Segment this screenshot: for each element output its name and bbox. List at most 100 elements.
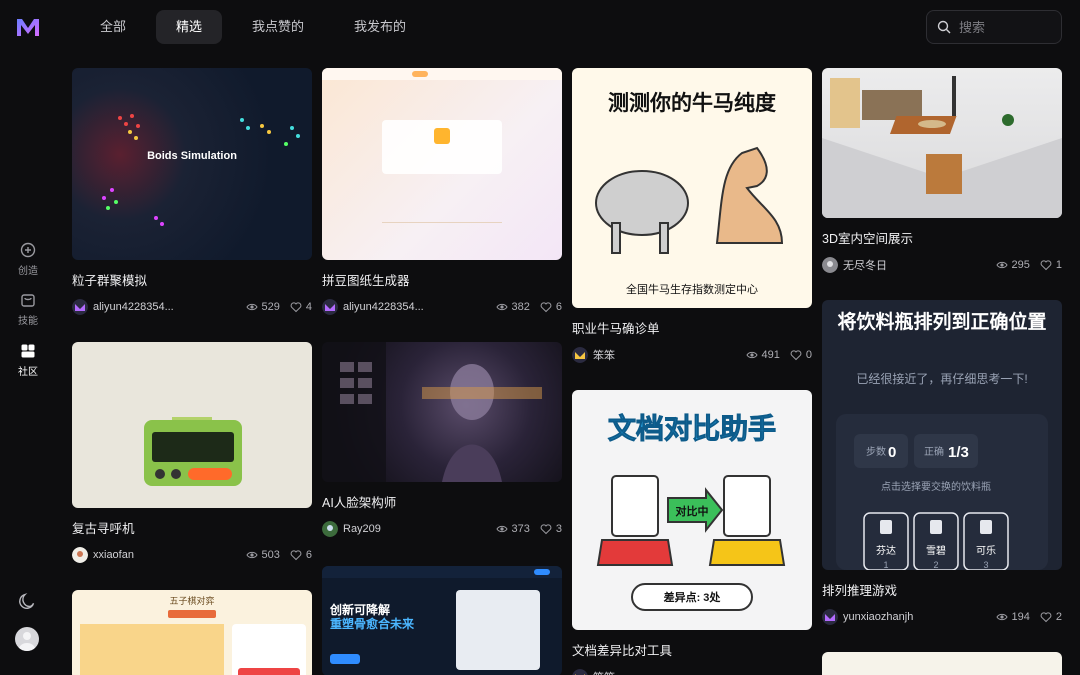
- author-name[interactable]: aliyun4228354...: [93, 301, 236, 313]
- eye-icon: [245, 551, 258, 559]
- bottle-name: 可乐: [976, 545, 996, 557]
- views-value: 491: [761, 349, 780, 361]
- likes-count[interactable]: 4: [290, 301, 312, 313]
- eye-icon: [995, 261, 1008, 269]
- work-card[interactable]: [822, 652, 1062, 675]
- thumb-title: 创新可降解: [329, 602, 390, 617]
- likes-value: 3: [555, 523, 562, 535]
- card-title: 拼豆图纸生成器: [322, 274, 410, 288]
- card-thumbnail: [322, 68, 562, 260]
- tab-all[interactable]: 全部: [80, 10, 146, 44]
- correct-label: 正确: [924, 445, 944, 458]
- views-value: 373: [511, 523, 530, 535]
- eye-icon: [745, 351, 758, 359]
- tap-hint: 点击选择要交换的饮料瓶: [881, 480, 991, 493]
- views-count: 491: [745, 349, 780, 361]
- tab-liked[interactable]: 我点赞的: [232, 10, 324, 44]
- work-card[interactable]: 将饮料瓶排列到正确位置 已经很接近了，再仔细思考一下! 步数 0 正确 1/3 …: [822, 300, 1062, 626]
- sidebar: 创造 技能 社区: [0, 0, 56, 675]
- heart-icon: [540, 524, 552, 535]
- likes-value: 6: [555, 301, 562, 313]
- filter-tabs: 全部 精选 我点赞的 我发布的: [80, 10, 426, 44]
- sidebar-item-label: 创造: [18, 266, 38, 277]
- search-icon: [937, 20, 951, 34]
- sidebar-item-skills[interactable]: 技能: [0, 292, 56, 327]
- search-input[interactable]: [959, 19, 1049, 35]
- plus-circle-icon: [20, 242, 36, 258]
- card-title: AI人脸架构师: [322, 496, 397, 510]
- author-name[interactable]: yunxiaozhanjh: [843, 611, 986, 623]
- work-card[interactable]: 3D室内空间展示 无尽冬日 295 1: [822, 68, 1062, 274]
- thumb-title: Boids Simulation: [147, 150, 237, 162]
- author-avatar: [72, 547, 88, 563]
- work-card[interactable]: AI人脸架构师 Ray209 373 3: [322, 342, 562, 538]
- work-card[interactable]: 文档对比助手 对比中 差异点: 3处 文档差异比对工具 笨笨: [572, 390, 812, 675]
- likes-count[interactable]: 0: [790, 349, 812, 361]
- likes-count[interactable]: 6: [540, 301, 562, 313]
- card-meta: aliyun4228354... 382 6: [322, 298, 562, 316]
- likes-value: 2: [1055, 611, 1062, 623]
- card-title: 粒子群聚模拟: [72, 274, 148, 288]
- work-card[interactable]: 复古寻呼机 xxiaofan 503 6: [72, 342, 312, 564]
- author-avatar: [572, 669, 588, 675]
- heart-icon: [540, 302, 552, 313]
- likes-count[interactable]: 1: [1040, 259, 1062, 271]
- author-name[interactable]: xxiaofan: [93, 549, 236, 561]
- thumb-subtitle: 重塑骨愈合未来: [330, 616, 415, 631]
- work-card[interactable]: Boids Simulation 粒子群聚模拟 aliyun4228354...…: [72, 68, 312, 316]
- author-avatar: [322, 299, 338, 315]
- work-card[interactable]: 测测你的牛马纯度 全国牛马生存指数测定中心 职业牛马确诊单 笨笨 491 0: [572, 68, 812, 364]
- bag-icon: [21, 294, 35, 307]
- card-title: 3D室内空间展示: [822, 232, 913, 246]
- author-avatar: [322, 521, 338, 537]
- views-value: 529: [261, 301, 280, 313]
- likes-count[interactable]: 2: [1040, 611, 1062, 623]
- author-name[interactable]: 笨笨: [593, 347, 736, 363]
- card-thumbnail: [822, 652, 1062, 675]
- tab-published[interactable]: 我发布的: [334, 10, 426, 44]
- author-avatar: [822, 609, 838, 625]
- eye-icon: [995, 613, 1008, 621]
- card-meta: yunxiaozhanjh 194 2: [822, 608, 1062, 626]
- views-value: 382: [511, 301, 530, 313]
- card-meta: 笨笨 491 0: [572, 346, 812, 364]
- tab-featured[interactable]: 精选: [156, 10, 223, 44]
- heart-icon: [290, 550, 302, 561]
- work-card[interactable]: 创新可降解 重塑骨愈合未来: [322, 566, 562, 675]
- heart-icon: [1040, 612, 1052, 623]
- card-thumbnail: [822, 68, 1062, 218]
- card-thumbnail: 测测你的牛马纯度 全国牛马生存指数测定中心: [572, 68, 812, 308]
- sidebar-item-create[interactable]: 创造: [0, 242, 56, 277]
- correct-value: 1/3: [948, 444, 969, 461]
- jm-logo-icon[interactable]: [15, 16, 41, 38]
- sidebar-item-community[interactable]: 社区: [0, 343, 56, 378]
- heart-icon: [790, 350, 802, 361]
- card-title: 复古寻呼机: [72, 522, 135, 536]
- likes-value: 6: [305, 549, 312, 561]
- card-meta: aliyun4228354... 529 4: [72, 298, 312, 316]
- views-value: 194: [1011, 611, 1030, 623]
- moon-icon[interactable]: [18, 592, 36, 610]
- card-meta: Ray209 373 3: [322, 520, 562, 538]
- user-avatar-icon[interactable]: [15, 627, 39, 651]
- author-name[interactable]: aliyun4228354...: [343, 301, 486, 313]
- thumb-title: 五子棋对弈: [169, 595, 214, 606]
- author-name[interactable]: 无尽冬日: [843, 257, 986, 273]
- likes-count[interactable]: 3: [540, 523, 562, 535]
- card-title: 文档差异比对工具: [572, 644, 673, 658]
- eye-icon: [495, 525, 508, 533]
- likes-count[interactable]: 6: [290, 549, 312, 561]
- author-name[interactable]: Ray209: [343, 523, 486, 535]
- search-box[interactable]: [926, 10, 1062, 44]
- work-card[interactable]: 拼豆图纸生成器 aliyun4228354... 382 6: [322, 68, 562, 316]
- views-count: 295: [995, 259, 1030, 271]
- author-name[interactable]: 笨笨: [593, 669, 812, 675]
- work-card[interactable]: 五子棋对弈: [72, 590, 312, 675]
- sidebar-item-label: 技能: [18, 316, 38, 327]
- views-value: 503: [261, 549, 280, 561]
- card-title: 排列推理游戏: [822, 584, 898, 598]
- thumb-title: 将饮料瓶排列到正确位置: [837, 312, 1047, 333]
- card-meta: 无尽冬日 295 1: [822, 256, 1062, 274]
- likes-value: 1: [1055, 259, 1062, 271]
- author-avatar: [572, 347, 588, 363]
